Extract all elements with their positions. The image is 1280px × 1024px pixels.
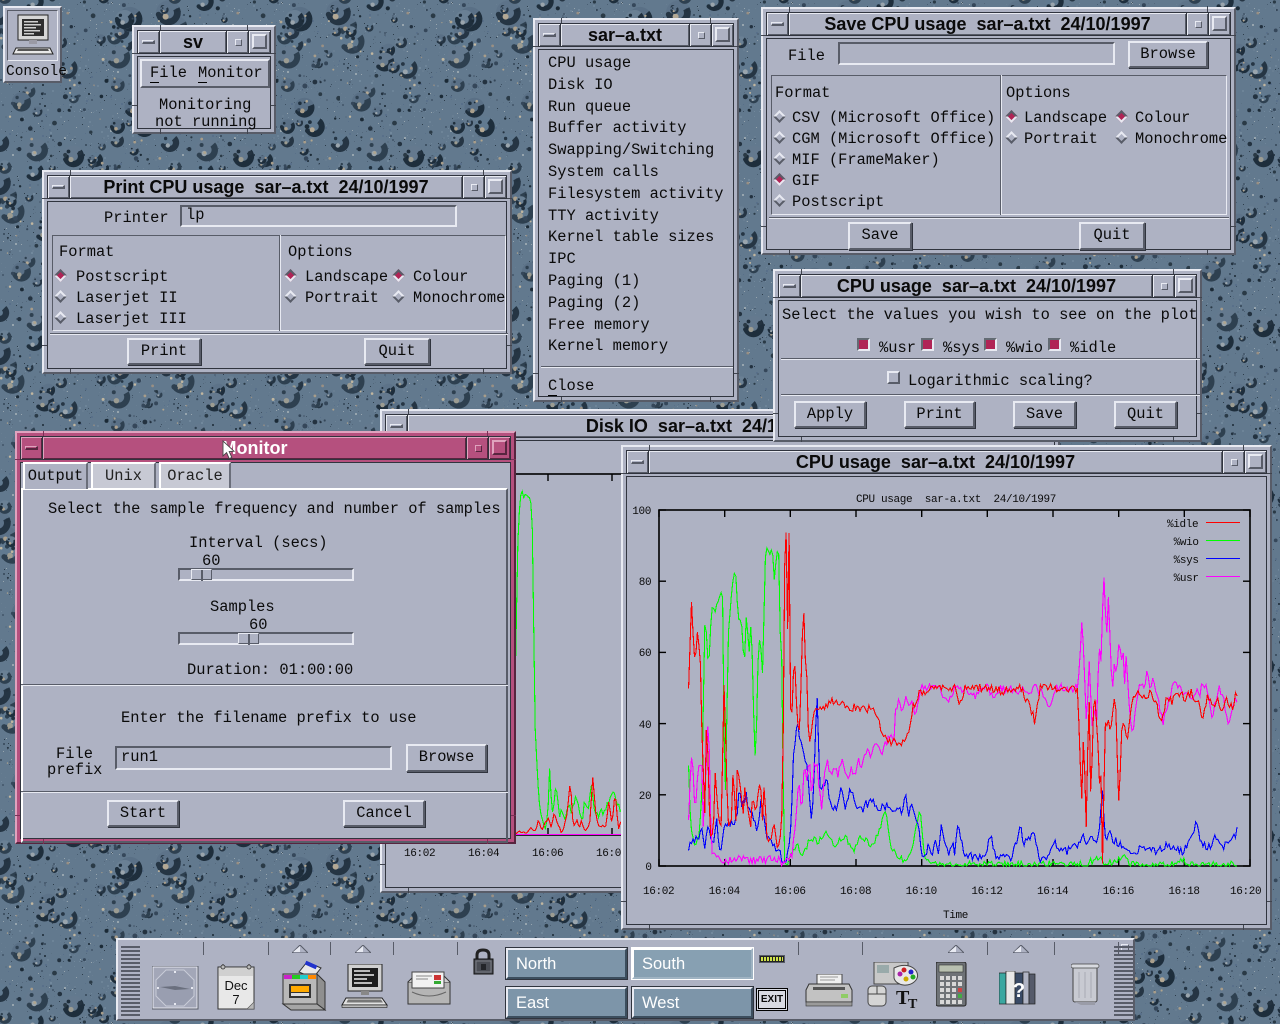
svg-text:Dec: Dec	[224, 978, 248, 993]
svg-text:T: T	[908, 997, 918, 1008]
svg-text:7: 7	[232, 992, 239, 1007]
svg-text:?: ?	[1013, 980, 1025, 1002]
